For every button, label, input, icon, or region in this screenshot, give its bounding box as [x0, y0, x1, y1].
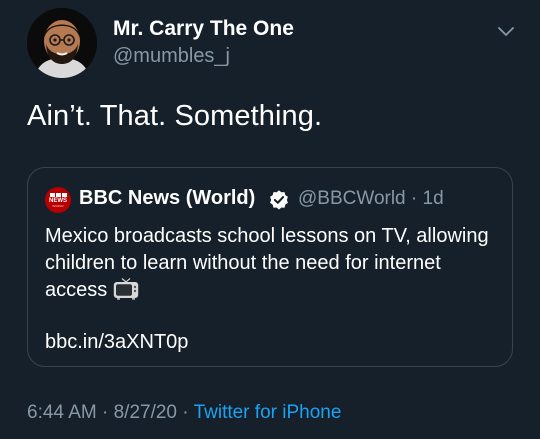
- meta-separator: ·: [96, 402, 114, 423]
- quoted-body-text: Mexico broadcasts school lessons on TV, …: [45, 225, 489, 301]
- tweet-source-link[interactable]: Twitter for iPhone: [194, 402, 342, 423]
- meta-separator: ·: [177, 402, 194, 423]
- television-emoji-icon: [114, 278, 139, 300]
- quoted-tweet-card[interactable]: NEWS WORLD BBC News (World) @BBCWorld · …: [27, 167, 513, 367]
- verified-badge-icon: [270, 190, 288, 210]
- tweet-text: Ain’t. That. Something.: [27, 100, 323, 132]
- author-display-name[interactable]: Mr. Carry The One: [113, 17, 294, 41]
- chevron-down-icon[interactable]: [495, 20, 517, 42]
- quoted-tweet-link[interactable]: bbc.in/3aXNT0p: [45, 331, 188, 354]
- bbc-news-logo[interactable]: NEWS WORLD: [45, 187, 71, 213]
- quoted-handle-time: @BBCWorld · 1d: [298, 188, 444, 209]
- tweet-date[interactable]: 8/27/20: [114, 402, 177, 423]
- tweet-meta: 6:44 AM · 8/27/20 · Twitter for iPhone: [27, 402, 341, 424]
- author-avatar[interactable]: [27, 8, 97, 78]
- tweet: Mr. Carry The One @mumbles_j Ain’t. That…: [0, 0, 540, 439]
- memoji-avatar-icon: [27, 8, 97, 78]
- bbc-blocks-icon: [49, 192, 67, 197]
- quoted-display-name: BBC News (World): [79, 187, 256, 209]
- bbc-logo-subtext: WORLD: [52, 203, 64, 208]
- author-handle[interactable]: @mumbles_j: [113, 45, 230, 68]
- quoted-tweet-body: Mexico broadcasts school lessons on TV, …: [45, 223, 505, 304]
- tweet-time: 6:44 AM: [27, 402, 97, 423]
